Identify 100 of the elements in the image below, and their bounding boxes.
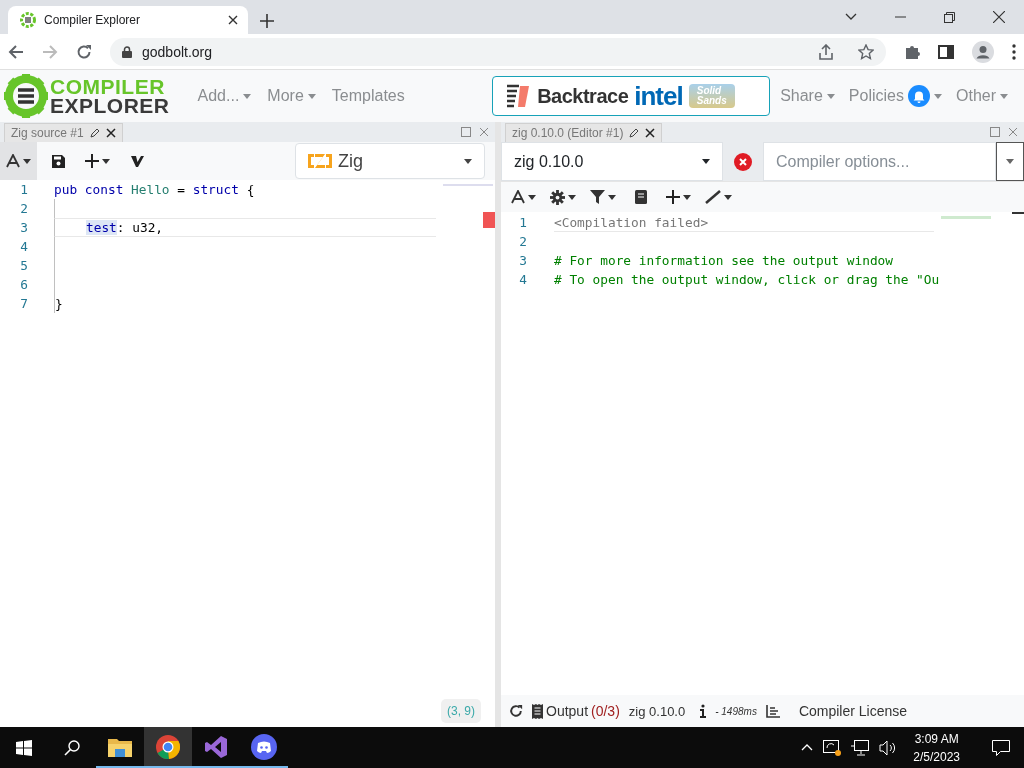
- caret-icon: [724, 194, 732, 200]
- share-icon[interactable]: [818, 43, 834, 60]
- clock-date[interactable]: 2/5/2023: [913, 749, 960, 764]
- logo-text: EXPLORER: [50, 96, 170, 115]
- status-button[interactable]: [723, 142, 763, 181]
- caret-icon: [1000, 93, 1008, 99]
- code-line: test: u32,: [86, 220, 164, 235]
- favicon-icon: [20, 12, 36, 28]
- save-icon: [51, 154, 65, 168]
- caret-icon: [683, 194, 691, 200]
- output-line: <Compilation failed>: [554, 215, 709, 230]
- pane-tab[interactable]: Zig source #1: [4, 123, 123, 142]
- license-link[interactable]: Compiler License: [798, 703, 908, 719]
- code-line: pub const Hello = struct {: [54, 182, 255, 197]
- filter-icon: [590, 190, 605, 204]
- caret-icon: [568, 194, 576, 200]
- address-bar[interactable]: godbolt.org: [110, 37, 886, 66]
- caret-icon: [307, 93, 316, 99]
- font-size-button[interactable]: [0, 142, 37, 180]
- puzzle-icon[interactable]: [904, 43, 920, 60]
- compiler-options-field[interactable]: Compiler options...: [763, 142, 996, 181]
- caret-icon: [608, 194, 616, 200]
- info-icon[interactable]: [700, 704, 707, 718]
- compile-time: - 1498ms: [715, 705, 757, 717]
- backtrace-logo-icon: [505, 83, 532, 109]
- v-icon: [130, 155, 144, 167]
- line-number: 5: [19, 258, 28, 273]
- search-icon: [64, 739, 80, 756]
- back-icon[interactable]: [8, 43, 24, 60]
- error-icon: [734, 152, 752, 171]
- dropdown-caret-icon: [702, 159, 710, 164]
- pencil-icon[interactable]: [629, 128, 640, 138]
- clock-time[interactable]: 3:09 AM: [914, 731, 959, 746]
- restore-icon[interactable]: [944, 11, 955, 23]
- pencil-icon[interactable]: [89, 128, 100, 138]
- line-number: 1: [19, 182, 28, 197]
- sync-icon[interactable]: [823, 739, 842, 756]
- url-text: godbolt.org: [142, 43, 213, 60]
- caret-icon: [1006, 159, 1014, 164]
- network-icon[interactable]: [851, 739, 870, 756]
- folder-icon: [108, 736, 132, 757]
- output-line: # For more information see the output window: [554, 253, 893, 268]
- line-number: 2: [518, 234, 527, 249]
- chevron-up-icon[interactable]: [801, 744, 814, 751]
- sponsor-name: intel: [634, 80, 683, 112]
- discord-icon: [251, 733, 277, 760]
- maximize-icon[interactable]: [990, 127, 1000, 137]
- caret-icon: [102, 158, 110, 164]
- tab-title: Compiler Explorer: [44, 13, 142, 27]
- volume-icon[interactable]: [879, 739, 898, 756]
- compiler-select[interactable]: zig 0.10.0: [501, 142, 723, 181]
- notification-icon[interactable]: [992, 739, 1010, 756]
- refresh-icon[interactable]: [509, 704, 523, 718]
- windows-icon: [16, 739, 32, 756]
- line-number: 4: [518, 272, 527, 287]
- menu-icon[interactable]: [1012, 43, 1016, 60]
- font-icon: [6, 154, 20, 168]
- bar-chart-icon[interactable]: [765, 704, 780, 718]
- cursor-position: (3, 9): [441, 699, 481, 723]
- error-marker: [483, 212, 495, 228]
- pane-tab[interactable]: zig 0.10.0 (Editor #1): [505, 123, 663, 142]
- receipt-icon: [532, 703, 543, 719]
- line-number: 6: [19, 277, 28, 292]
- lock-icon: [122, 45, 132, 58]
- close-icon[interactable]: [645, 128, 656, 138]
- caret-icon: [528, 194, 536, 200]
- code-line: }: [55, 296, 63, 311]
- caret-icon: [23, 158, 31, 164]
- gear-logo-icon: [4, 74, 48, 118]
- maximize-icon[interactable]: [461, 127, 471, 137]
- line-number: 7: [19, 296, 28, 311]
- output-button[interactable]: Output (0/3): [532, 703, 620, 719]
- language-name: Zig: [338, 150, 364, 172]
- book-icon: [635, 190, 647, 204]
- line-number: 1: [518, 215, 527, 230]
- close-icon[interactable]: [105, 128, 116, 138]
- font-icon: [511, 190, 525, 204]
- compiler-name: zig 0.10.0: [628, 703, 686, 719]
- zig-logo-icon: [308, 153, 332, 169]
- caret-icon: [934, 93, 942, 99]
- options-dropdown-button[interactable]: [996, 142, 1024, 181]
- new-tab-icon[interactable]: [260, 14, 274, 28]
- visual-studio-icon: [204, 734, 228, 759]
- scrollbar[interactable]: [1012, 212, 1024, 214]
- line-number: 3: [518, 253, 527, 268]
- reload-icon[interactable]: [76, 43, 92, 60]
- taskbar-app[interactable]: [144, 727, 192, 768]
- side-panel-icon[interactable]: [938, 44, 954, 59]
- line-number: 2: [19, 201, 28, 216]
- language-select[interactable]: Zig: [295, 143, 485, 179]
- close-icon[interactable]: [993, 11, 1005, 23]
- close-icon[interactable]: [228, 15, 238, 25]
- sponsor-banner[interactable]: Backtrace intel Solid Sands: [492, 76, 771, 116]
- chevron-down-icon[interactable]: [845, 13, 857, 21]
- line-number: 4: [19, 239, 28, 254]
- caret-icon: [243, 93, 252, 99]
- sponsor-name: Solid: [696, 86, 723, 96]
- browser-tab[interactable]: Compiler Explorer: [8, 6, 248, 34]
- star-icon[interactable]: [858, 43, 874, 60]
- profile-icon[interactable]: [972, 40, 994, 63]
